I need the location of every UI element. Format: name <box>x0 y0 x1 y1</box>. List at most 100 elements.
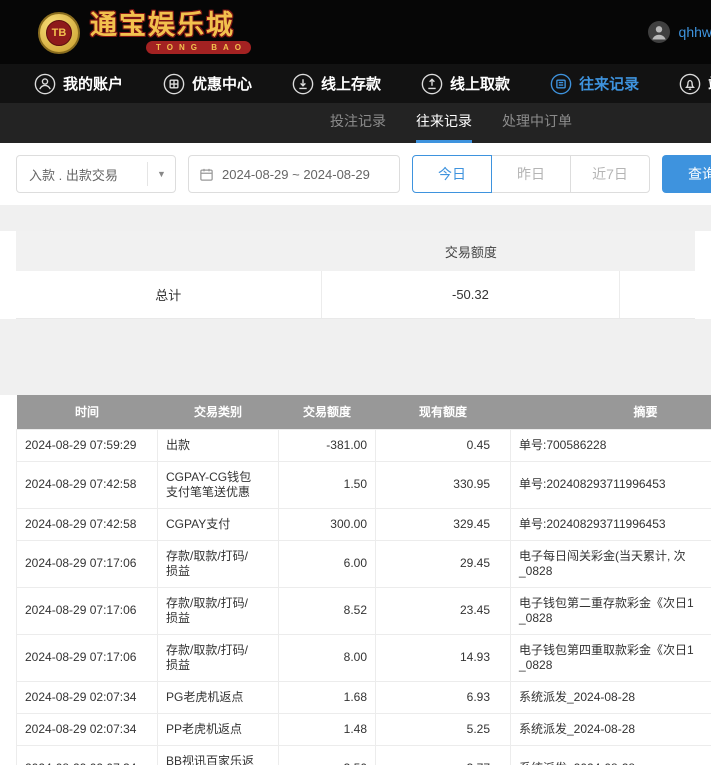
logo-icon: TB <box>38 12 80 54</box>
table-cell: 系统派发_2024-08-28 <box>511 713 711 745</box>
column-header: 时间 <box>17 395 158 429</box>
transaction-type-value: 入款 . 出款交易 <box>29 165 118 184</box>
table-cell: 2024-08-29 07:17:06 <box>17 540 158 587</box>
section-divider <box>0 319 711 395</box>
table-cell: 单号:202408293711996453 <box>511 508 711 540</box>
summary-header-spacer <box>16 231 322 271</box>
brand-text: 通宝娱乐城 TONG BAO <box>90 10 251 54</box>
quick-range-button-1[interactable]: 今日 <box>412 155 492 193</box>
table-cell: PG老虎机返点 <box>158 681 279 713</box>
screen: TB 通宝娱乐城 TONG BAO qhhwz 我的账户 优惠中心 线上存款 线上取款… <box>0 0 711 765</box>
summary-header-label: 交易额度 <box>322 231 621 271</box>
filter-bar: 入款 . 出款交易 ▼ 2024-08-29 ~ 2024-08-29 今日昨日… <box>0 143 711 205</box>
table-row: 2024-08-29 07:17:06存款/取款/打码/ 损益8.0014.93… <box>17 634 711 681</box>
table-cell: 1.50 <box>279 461 376 508</box>
table-cell: BB视讯百家乐返 点 <box>158 745 279 765</box>
summary-total-row: 总计 -50.32 <box>16 271 695 319</box>
chevron-down-icon: ▼ <box>147 162 175 186</box>
logo-monogram: TB <box>46 20 72 46</box>
table-header-row: 时间交易类别交易额度现有额度摘要 <box>17 395 711 429</box>
table-cell: CGPAY支付 <box>158 508 279 540</box>
nav-item-withdraw[interactable]: 线上取款 <box>421 73 510 95</box>
brand-logo[interactable]: TB 通宝娱乐城 TONG BAO <box>38 10 251 54</box>
table-cell: 系统派发_2024-08-28 <box>511 681 711 713</box>
table-cell: 3.77 <box>376 745 511 765</box>
table-cell: 2024-08-29 02:07:34 <box>17 713 158 745</box>
table-cell: 6.93 <box>376 681 511 713</box>
main-nav: 我的账户 优惠中心 线上存款 线上取款 往来记录 站内信息 <box>0 64 711 103</box>
table-row: 2024-08-29 02:07:34PG老虎机返点1.686.93系统派发_2… <box>17 681 711 713</box>
table-cell: 29.45 <box>376 540 511 587</box>
nav-item-label: 优惠中心 <box>192 73 252 94</box>
nav-item-bell[interactable]: 站内信息 <box>679 73 711 95</box>
date-range-picker[interactable]: 2024-08-29 ~ 2024-08-29 <box>188 155 400 193</box>
table-cell: 存款/取款/打码/ 损益 <box>158 634 279 681</box>
promo-icon <box>163 73 185 95</box>
table-cell: 2024-08-29 07:42:58 <box>17 508 158 540</box>
table-cell: 2024-08-29 02:07:34 <box>17 681 158 713</box>
nav-item-records[interactable]: 往来记录 <box>550 73 639 95</box>
nav-item-deposit[interactable]: 线上存款 <box>292 73 381 95</box>
date-range-value: 2024-08-29 ~ 2024-08-29 <box>222 167 370 182</box>
summary-header-row: 交易额度 <box>16 231 695 271</box>
subnav-tab-3[interactable]: 处理中订单 <box>502 103 572 143</box>
column-header: 摘要 <box>511 395 711 429</box>
username[interactable]: qhhwz <box>679 24 711 40</box>
nav-item-label: 线上取款 <box>450 73 510 94</box>
table-cell: 2024-08-29 07:17:06 <box>17 634 158 681</box>
table-cell: 电子钱包第二重存款彩金《次日1 _0828 <box>511 587 711 634</box>
table-row: 2024-08-29 02:07:34BB视讯百家乐返 点3.503.77系统派… <box>17 745 711 765</box>
search-button[interactable]: 查询 <box>662 155 711 193</box>
table-cell: 系统派发_2024-08-28 <box>511 745 711 765</box>
subnav-tab-1[interactable]: 投注记录 <box>330 103 386 143</box>
table-row: 2024-08-29 07:17:06存款/取款/打码/ 损益6.0029.45… <box>17 540 711 587</box>
column-header: 交易额度 <box>279 395 376 429</box>
quick-range-button-2[interactable]: 昨日 <box>491 155 571 193</box>
table-cell: 300.00 <box>279 508 376 540</box>
table-cell: 6.00 <box>279 540 376 587</box>
account-icon <box>34 73 56 95</box>
table-row: 2024-08-29 02:07:34PP老虎机返点1.485.25系统派发_2… <box>17 713 711 745</box>
nav-item-promo[interactable]: 优惠中心 <box>163 73 252 95</box>
nav-item-label: 线上存款 <box>321 73 381 94</box>
column-header: 现有额度 <box>376 395 511 429</box>
quick-range-button-3[interactable]: 近7日 <box>570 155 650 193</box>
table-cell: 8.00 <box>279 634 376 681</box>
deposit-icon <box>292 73 314 95</box>
table-cell: 2024-08-29 02:07:34 <box>17 745 158 765</box>
table-row: 2024-08-29 07:42:58CGPAY-CG钱包 支付笔笔送优惠1.5… <box>17 461 711 508</box>
quick-range-buttons: 今日昨日近7日 <box>412 155 650 193</box>
table-cell: 5.25 <box>376 713 511 745</box>
user-avatar-icon[interactable] <box>647 20 671 44</box>
table-cell: 2024-08-29 07:59:29 <box>17 429 158 461</box>
table-row: 2024-08-29 07:42:58CGPAY支付300.00329.45单号… <box>17 508 711 540</box>
section-divider <box>0 205 711 231</box>
records-icon <box>550 73 572 95</box>
transaction-type-select[interactable]: 入款 . 出款交易 ▼ <box>16 155 176 193</box>
table-cell: 3.50 <box>279 745 376 765</box>
table-cell: -381.00 <box>279 429 376 461</box>
table-cell: 2024-08-29 07:17:06 <box>17 587 158 634</box>
table-row: 2024-08-29 07:17:06存款/取款/打码/ 损益8.5223.45… <box>17 587 711 634</box>
table-cell: 单号:700586228 <box>511 429 711 461</box>
nav-item-account[interactable]: 我的账户 <box>34 73 123 95</box>
withdraw-icon <box>421 73 443 95</box>
subnav-tab-2[interactable]: 往来记录 <box>416 103 472 143</box>
table-cell: 电子每日闯关彩金(当天累计, 次 _0828 <box>511 540 711 587</box>
table-cell: 23.45 <box>376 587 511 634</box>
table-cell: 329.45 <box>376 508 511 540</box>
table-cell: 出款 <box>158 429 279 461</box>
nav-item-label: 我的账户 <box>63 73 123 94</box>
summary-total-value: -50.32 <box>322 271 621 318</box>
table-cell: 14.93 <box>376 634 511 681</box>
summary-header-spacer <box>620 231 695 271</box>
table-cell: 2024-08-29 07:42:58 <box>17 461 158 508</box>
topbar: TB 通宝娱乐城 TONG BAO qhhwz <box>0 0 711 64</box>
table-cell: CGPAY-CG钱包 支付笔笔送优惠 <box>158 461 279 508</box>
table-cell: 电子钱包第四重取款彩金《次日1 _0828 <box>511 634 711 681</box>
calendar-icon <box>199 167 214 182</box>
table-body: 2024-08-29 07:59:29出款-381.000.45单号:70058… <box>17 429 711 765</box>
sub-nav: 投注记录往来记录处理中订单 <box>0 103 711 143</box>
records-table: 时间交易类别交易额度现有额度摘要 2024-08-29 07:59:29出款-3… <box>16 395 711 765</box>
table-cell: 8.52 <box>279 587 376 634</box>
